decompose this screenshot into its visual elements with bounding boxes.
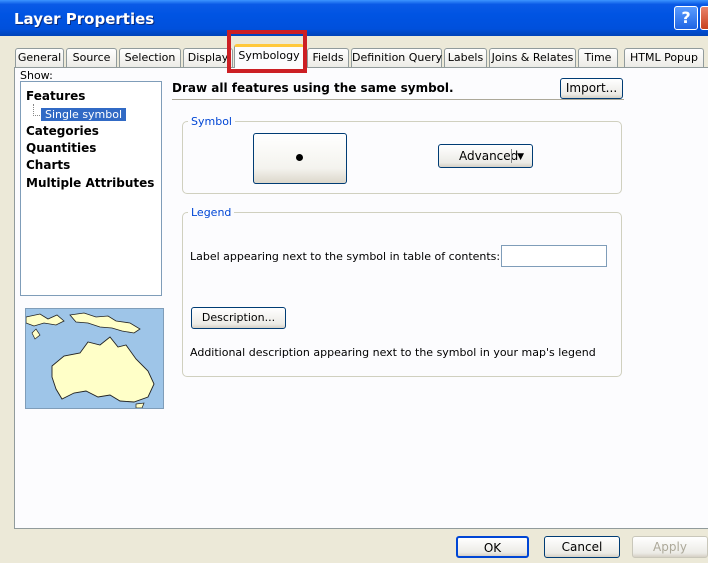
tree-item-single-symbol[interactable]: Single symbol: [41, 108, 127, 121]
tab-html-popup[interactable]: HTML Popup: [624, 48, 704, 67]
tab-time[interactable]: Time: [578, 48, 618, 67]
help-button[interactable]: ?: [674, 6, 698, 30]
tab-joins-relates[interactable]: Joins & Relates: [489, 48, 576, 67]
description-hint: Additional description appearing next to…: [190, 346, 596, 359]
tree-item-features[interactable]: Features: [26, 89, 85, 103]
preview-map-image: [25, 308, 164, 409]
advanced-label: Advanced: [459, 149, 519, 163]
tab-labels[interactable]: Labels: [444, 48, 487, 67]
tab-source[interactable]: Source: [66, 48, 117, 67]
advanced-button[interactable]: Advanced ▼: [438, 144, 533, 168]
annotation-highlight-box: [227, 30, 307, 73]
tree-item-categories[interactable]: Categories: [26, 124, 99, 138]
tree-item-multiple-attributes[interactable]: Multiple Attributes: [26, 176, 154, 190]
layer-properties-dialog: Layer Properties ? ✕ General Source Sele…: [0, 0, 708, 563]
apply-button[interactable]: Apply: [632, 536, 708, 558]
close-button[interactable]: ✕: [700, 6, 708, 30]
tab-general[interactable]: General: [15, 48, 64, 67]
dropdown-separator: [511, 149, 512, 163]
dropdown-arrow-icon: ▼: [517, 152, 524, 162]
legend-label-text: Label appearing next to the symbol in ta…: [190, 250, 501, 263]
symbol-button[interactable]: [253, 133, 347, 184]
tab-selection[interactable]: Selection: [119, 48, 181, 67]
symbol-group: [182, 121, 622, 194]
help-icon: ?: [681, 8, 691, 27]
cancel-button[interactable]: Cancel: [544, 536, 620, 558]
australia-map-icon: [26, 309, 163, 408]
renderer-heading: Draw all features using the same symbol.: [172, 81, 624, 100]
description-button[interactable]: Description...: [191, 307, 286, 329]
legend-group-title: Legend: [188, 206, 235, 219]
import-button[interactable]: Import...: [560, 78, 623, 99]
tree-item-charts[interactable]: Charts: [26, 158, 70, 172]
symbol-group-title: Symbol: [188, 115, 235, 128]
tree-item-quantities[interactable]: Quantities: [26, 141, 96, 155]
title-bar: Layer Properties ? ✕: [0, 0, 708, 36]
tab-fields[interactable]: Fields: [307, 48, 349, 67]
point-symbol-icon: [296, 154, 303, 161]
show-tree[interactable]: Features Single symbol Categories Quanti…: [20, 81, 162, 296]
tab-strip: General Source Selection Display Fields …: [0, 40, 708, 68]
window-title: Layer Properties: [14, 10, 155, 28]
tab-definition-query[interactable]: Definition Query: [351, 48, 442, 67]
ok-button[interactable]: OK: [456, 536, 529, 558]
legend-label-input[interactable]: [501, 245, 607, 267]
tab-display[interactable]: Display: [183, 48, 233, 67]
